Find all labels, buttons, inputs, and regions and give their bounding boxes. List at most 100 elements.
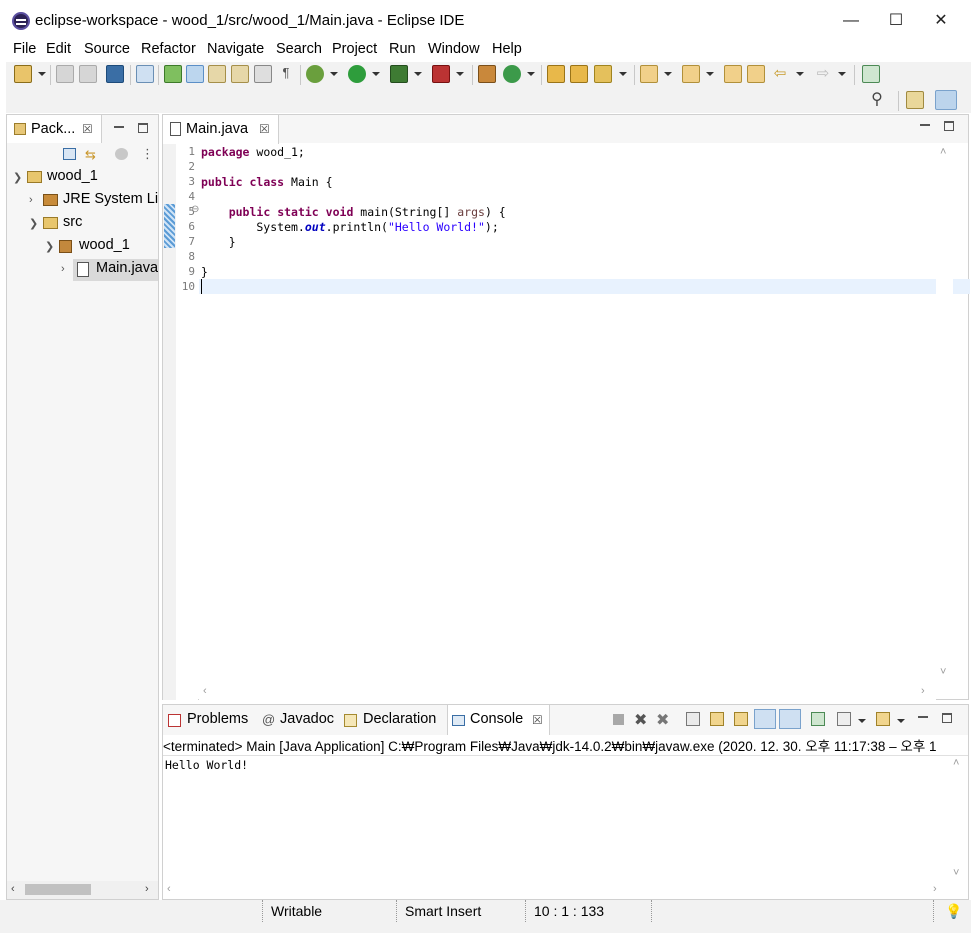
scroll-left-icon[interactable]: ‹ bbox=[203, 685, 207, 697]
menu-window[interactable]: Window bbox=[428, 41, 480, 57]
vertical-scrollbar[interactable]: ˄ ˅ bbox=[936, 144, 953, 684]
maximize-icon[interactable] bbox=[944, 121, 954, 131]
search-icon[interactable]: ⚲ bbox=[868, 91, 886, 109]
menu-search[interactable]: Search bbox=[276, 41, 322, 57]
chevron-down-icon[interactable] bbox=[619, 72, 627, 76]
menu-run[interactable]: Run bbox=[389, 41, 416, 57]
close-button[interactable]: ✕ bbox=[918, 6, 964, 36]
scroll-up-icon[interactable]: ˄ bbox=[953, 757, 959, 769]
scroll-right-icon[interactable]: › bbox=[933, 883, 937, 895]
pin-editor-icon[interactable] bbox=[862, 65, 880, 83]
chevron-right-icon[interactable]: › bbox=[29, 194, 33, 206]
vertical-scrollbar[interactable]: ˄ ˅ bbox=[949, 755, 967, 883]
scrollbar-thumb[interactable] bbox=[25, 884, 91, 895]
code-line-5[interactable]: public static void main(String[] args) { bbox=[201, 205, 506, 219]
open-perspective-icon[interactable] bbox=[906, 91, 924, 109]
tab-declaration[interactable]: Declaration bbox=[363, 711, 436, 727]
chevron-down-icon[interactable] bbox=[897, 719, 905, 723]
filter-icon[interactable] bbox=[115, 148, 128, 160]
scroll-down-icon[interactable]: ˅ bbox=[953, 867, 959, 879]
chevron-down-icon[interactable] bbox=[527, 72, 535, 76]
search-tool-icon[interactable] bbox=[594, 65, 612, 83]
chevron-down-icon[interactable] bbox=[456, 72, 464, 76]
task-icon[interactable] bbox=[164, 65, 182, 83]
open-resource-icon[interactable] bbox=[570, 65, 588, 83]
skip-breakpoints-icon[interactable] bbox=[136, 65, 154, 83]
java-perspective-icon[interactable] bbox=[935, 90, 957, 110]
display-console-icon[interactable] bbox=[837, 712, 851, 726]
remove-all-icon[interactable]: ✖ bbox=[656, 710, 669, 730]
console-output[interactable]: Hello World! bbox=[163, 755, 949, 883]
external-tools-icon[interactable] bbox=[432, 65, 450, 83]
menu-help[interactable]: Help bbox=[492, 41, 522, 57]
menu-source[interactable]: Source bbox=[84, 41, 130, 57]
block-selection-icon[interactable] bbox=[231, 65, 249, 83]
menu-navigate[interactable]: Navigate bbox=[207, 41, 264, 57]
chevron-down-icon[interactable] bbox=[796, 72, 804, 76]
view-menu-icon[interactable]: ⋮ bbox=[141, 146, 154, 162]
close-icon[interactable]: ☒ bbox=[259, 122, 270, 136]
code-line-9[interactable]: } bbox=[201, 265, 208, 279]
status-cursor-position[interactable]: 10 : 1 : 133 bbox=[534, 903, 604, 919]
chevron-down-icon[interactable] bbox=[706, 72, 714, 76]
forward-icon[interactable]: ⇨ bbox=[814, 65, 832, 83]
close-icon[interactable]: ☒ bbox=[532, 713, 543, 727]
scroll-right-icon[interactable]: › bbox=[145, 883, 149, 895]
chevron-down-icon[interactable] bbox=[664, 72, 672, 76]
terminate-icon[interactable] bbox=[613, 714, 624, 725]
collapse-all-icon[interactable] bbox=[63, 148, 76, 160]
coverage-icon[interactable] bbox=[390, 65, 408, 83]
scroll-right-icon[interactable]: › bbox=[921, 685, 925, 697]
forward-history-icon[interactable] bbox=[747, 65, 765, 83]
remove-launch-icon[interactable]: ✖ bbox=[634, 710, 647, 730]
word-wrap-icon[interactable] bbox=[254, 65, 272, 83]
maximize-button[interactable]: ☐ bbox=[873, 6, 919, 36]
chevron-down-icon[interactable] bbox=[838, 72, 846, 76]
chevron-down-icon[interactable] bbox=[38, 72, 46, 76]
clear-console-icon[interactable] bbox=[686, 712, 700, 726]
horizontal-scrollbar[interactable]: ‹ › bbox=[7, 881, 158, 899]
maximize-icon[interactable] bbox=[138, 123, 148, 133]
terminal-icon[interactable] bbox=[106, 65, 124, 83]
menu-file[interactable]: File bbox=[13, 41, 36, 57]
pin-console-icon[interactable] bbox=[811, 712, 825, 726]
save-icon[interactable] bbox=[56, 65, 74, 83]
new-icon[interactable] bbox=[14, 65, 32, 83]
status-insert-mode[interactable]: Smart Insert bbox=[405, 903, 481, 919]
fold-marker-icon[interactable]: ⊖ bbox=[191, 204, 199, 215]
scroll-left-icon[interactable]: ‹ bbox=[167, 883, 171, 895]
chevron-down-icon[interactable] bbox=[372, 72, 380, 76]
tab-problems[interactable]: Problems bbox=[187, 711, 248, 727]
chevron-down-icon[interactable] bbox=[414, 72, 422, 76]
chevron-down-icon[interactable] bbox=[858, 719, 866, 723]
tab-package-explorer[interactable]: Pack... ☒ bbox=[7, 115, 102, 143]
run-icon[interactable] bbox=[348, 65, 366, 83]
scroll-up-icon[interactable]: ˄ bbox=[940, 146, 946, 158]
minimize-button[interactable]: — bbox=[828, 6, 874, 36]
horizontal-scrollbar[interactable]: ‹ › bbox=[199, 684, 936, 701]
scroll-down-icon[interactable]: ˅ bbox=[940, 666, 946, 678]
show-console-on-stderr-icon[interactable] bbox=[779, 709, 801, 729]
open-type-icon[interactable] bbox=[547, 65, 565, 83]
horizontal-scrollbar[interactable]: ‹ › bbox=[163, 883, 949, 899]
code-line-7[interactable]: } bbox=[201, 235, 236, 249]
mark-occurrences-icon[interactable] bbox=[186, 65, 204, 83]
code-line-1[interactable]: package wood_1; bbox=[201, 145, 305, 159]
next-annotation-icon[interactable] bbox=[208, 65, 226, 83]
chevron-down-icon[interactable]: ❯ bbox=[13, 171, 22, 184]
chevron-right-icon[interactable]: › bbox=[61, 263, 65, 275]
scroll-lock-icon[interactable] bbox=[710, 712, 724, 726]
tree-item-src[interactable]: ❯ src bbox=[7, 213, 158, 235]
link-with-editor-icon[interactable]: ⇆ bbox=[85, 147, 99, 162]
new-class-icon[interactable] bbox=[503, 65, 521, 83]
menu-edit[interactable]: Edit bbox=[46, 41, 71, 57]
minimize-icon[interactable] bbox=[918, 712, 928, 718]
chevron-down-icon[interactable] bbox=[330, 72, 338, 76]
tab-main-java[interactable]: Main.java ☒ bbox=[163, 115, 279, 144]
back-icon[interactable]: ⇦ bbox=[771, 65, 789, 83]
tip-lightbulb-icon[interactable]: 💡 bbox=[945, 903, 962, 920]
tab-javadoc[interactable]: Javadoc bbox=[280, 711, 334, 727]
close-icon[interactable]: ☒ bbox=[82, 122, 93, 136]
next-edit-icon[interactable] bbox=[640, 65, 658, 83]
code-line-3[interactable]: public class Main { bbox=[201, 175, 333, 189]
